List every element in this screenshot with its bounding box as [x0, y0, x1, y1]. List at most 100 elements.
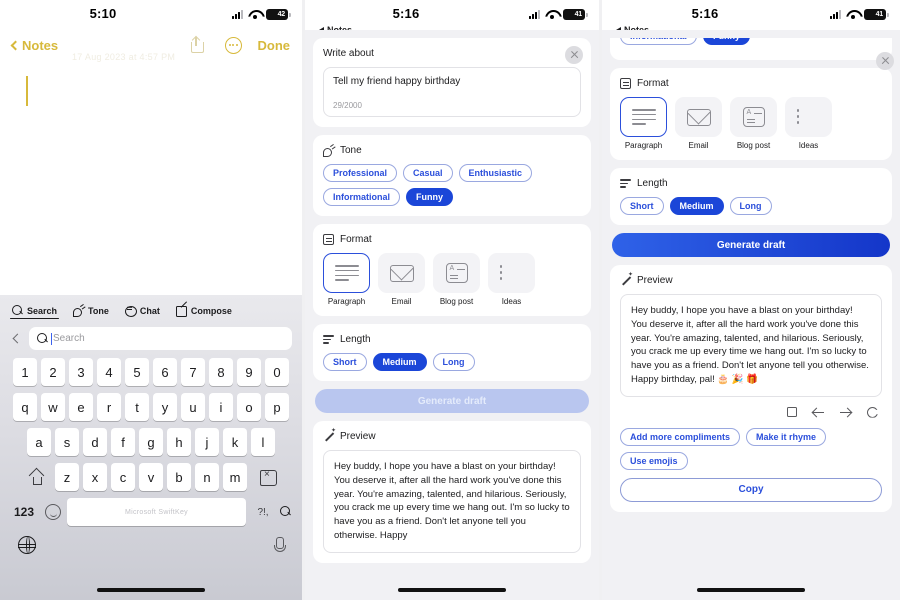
tone-chip-informational[interactable]: Informational — [620, 38, 698, 45]
search-icon[interactable] — [280, 505, 293, 519]
copy-button[interactable]: Copy — [620, 477, 882, 502]
key-r[interactable]: r — [97, 393, 121, 421]
format-option-paragraph[interactable]: Paragraph — [620, 97, 667, 150]
key-2[interactable]: 2 — [41, 358, 65, 386]
format-option-ideas[interactable]: Ideas — [488, 253, 535, 306]
key-e[interactable]: e — [69, 393, 93, 421]
arrow-left-icon[interactable] — [813, 407, 824, 418]
tone-chip-casual[interactable]: Casual — [403, 164, 453, 182]
keyboard-tab-search[interactable]: Search — [9, 305, 60, 319]
back-to-notes-button[interactable]: Notes — [10, 38, 58, 53]
result-sheet: Informational Funny Format Paragraph — [602, 30, 900, 600]
key-q[interactable]: q — [13, 393, 37, 421]
tone-chip-funny[interactable]: Funny — [703, 38, 751, 45]
key-4[interactable]: 4 — [97, 358, 121, 386]
key-w[interactable]: w — [41, 393, 65, 421]
numeric-key[interactable]: 123 — [9, 505, 39, 519]
key-b[interactable]: b — [167, 463, 191, 491]
write-about-input[interactable]: Tell my friend happy birthday 29/2000 — [323, 67, 581, 117]
format-option-blog-post[interactable]: Blog post — [730, 97, 777, 150]
globe-icon[interactable] — [17, 535, 36, 554]
search-input[interactable]: Search — [29, 327, 292, 350]
length-chip-long[interactable]: Long — [729, 197, 772, 215]
arrow-right-icon[interactable] — [840, 407, 851, 418]
length-chip-medium[interactable]: Medium — [372, 353, 427, 371]
generate-draft-button[interactable]: Generate draft — [315, 389, 589, 413]
key-1[interactable]: 1 — [13, 358, 37, 386]
key-x[interactable]: x — [83, 463, 107, 491]
length-chip-medium[interactable]: Medium — [669, 197, 724, 215]
envelope-icon — [389, 264, 414, 282]
key-j[interactable]: j — [195, 428, 219, 456]
punctuation-key[interactable]: ?!, — [252, 507, 274, 518]
key-5[interactable]: 5 — [125, 358, 149, 386]
key-l[interactable]: l — [251, 428, 275, 456]
key-8[interactable]: 8 — [209, 358, 233, 386]
length-chip-short[interactable]: Short — [323, 353, 367, 371]
action-chip-use-emojis[interactable]: Use emojis — [620, 451, 688, 470]
keyboard-tab-chat[interactable]: Chat — [124, 305, 160, 319]
shift-key[interactable] — [21, 463, 51, 491]
key-p[interactable]: p — [265, 393, 289, 421]
close-icon[interactable] — [876, 52, 894, 70]
format-card: Format Paragraph Email Blog post — [313, 224, 591, 316]
key-v[interactable]: v — [139, 463, 163, 491]
format-box — [785, 97, 832, 137]
emoji-icon[interactable] — [45, 504, 61, 520]
key-9[interactable]: 9 — [237, 358, 261, 386]
key-k[interactable]: k — [223, 428, 247, 456]
format-option-blog-post[interactable]: Blog post — [433, 253, 480, 306]
key-h[interactable]: h — [167, 428, 191, 456]
tone-chip-informational[interactable]: Informational — [323, 188, 401, 206]
share-icon[interactable] — [190, 35, 204, 53]
tone-chip-enthusiastic[interactable]: Enthusiastic — [458, 164, 533, 182]
key-i[interactable]: i — [209, 393, 233, 421]
action-chip-make-it-rhyme[interactable]: Make it rhyme — [746, 427, 827, 446]
key-a[interactable]: a — [27, 428, 51, 456]
stop-icon[interactable] — [787, 407, 797, 418]
key-u[interactable]: u — [181, 393, 205, 421]
format-header: Format — [323, 234, 581, 245]
spacebar-key[interactable]: Microsoft SwiftKey — [67, 498, 246, 526]
key-d[interactable]: d — [83, 428, 107, 456]
key-f[interactable]: f — [111, 428, 135, 456]
key-m[interactable]: m — [223, 463, 247, 491]
format-option-ideas[interactable]: Ideas — [785, 97, 832, 150]
format-label: Email — [688, 141, 709, 150]
key-y[interactable]: y — [153, 393, 177, 421]
key-z[interactable]: z — [55, 463, 79, 491]
key-6[interactable]: 6 — [153, 358, 177, 386]
key-7[interactable]: 7 — [181, 358, 205, 386]
length-chip-short[interactable]: Short — [620, 197, 664, 215]
search-icon — [12, 305, 23, 316]
spacebar-label: Microsoft SwiftKey — [125, 508, 188, 516]
panel-notes-keyboard: 5:10 42 Notes Done 17 Aug 2023 at 4:57 P… — [0, 0, 302, 600]
keyboard-tab-tone[interactable]: Tone — [73, 305, 109, 319]
tone-icon — [323, 145, 334, 157]
keyboard-toolbar: Search Tone Chat Compose — [0, 295, 302, 325]
backspace-key[interactable] — [251, 463, 281, 491]
tone-chip-professional[interactable]: Professional — [323, 164, 398, 182]
length-chip-long[interactable]: Long — [432, 353, 475, 371]
format-option-email[interactable]: Email — [675, 97, 722, 150]
format-option-paragraph[interactable]: Paragraph — [323, 253, 370, 306]
format-option-email[interactable]: Email — [378, 253, 425, 306]
action-chip-add-more-compliments[interactable]: Add more compliments — [620, 427, 741, 446]
key-c[interactable]: c — [111, 463, 135, 491]
key-n[interactable]: n — [195, 463, 219, 491]
close-icon[interactable] — [565, 46, 583, 64]
tone-chip-funny[interactable]: Funny — [406, 188, 454, 206]
key-t[interactable]: t — [125, 393, 149, 421]
regenerate-icon[interactable] — [867, 406, 878, 418]
key-3[interactable]: 3 — [69, 358, 93, 386]
done-button[interactable]: Done — [258, 38, 291, 53]
more-ellipsis-icon[interactable] — [224, 36, 242, 54]
chevron-left-icon[interactable] — [12, 333, 23, 344]
keyboard-tab-compose[interactable]: Compose — [175, 305, 232, 319]
key-s[interactable]: s — [55, 428, 79, 456]
key-g[interactable]: g — [139, 428, 163, 456]
microphone-icon[interactable] — [274, 536, 286, 554]
key-o[interactable]: o — [237, 393, 261, 421]
key-0[interactable]: 0 — [265, 358, 289, 386]
generate-draft-button[interactable]: Generate draft — [612, 233, 890, 257]
